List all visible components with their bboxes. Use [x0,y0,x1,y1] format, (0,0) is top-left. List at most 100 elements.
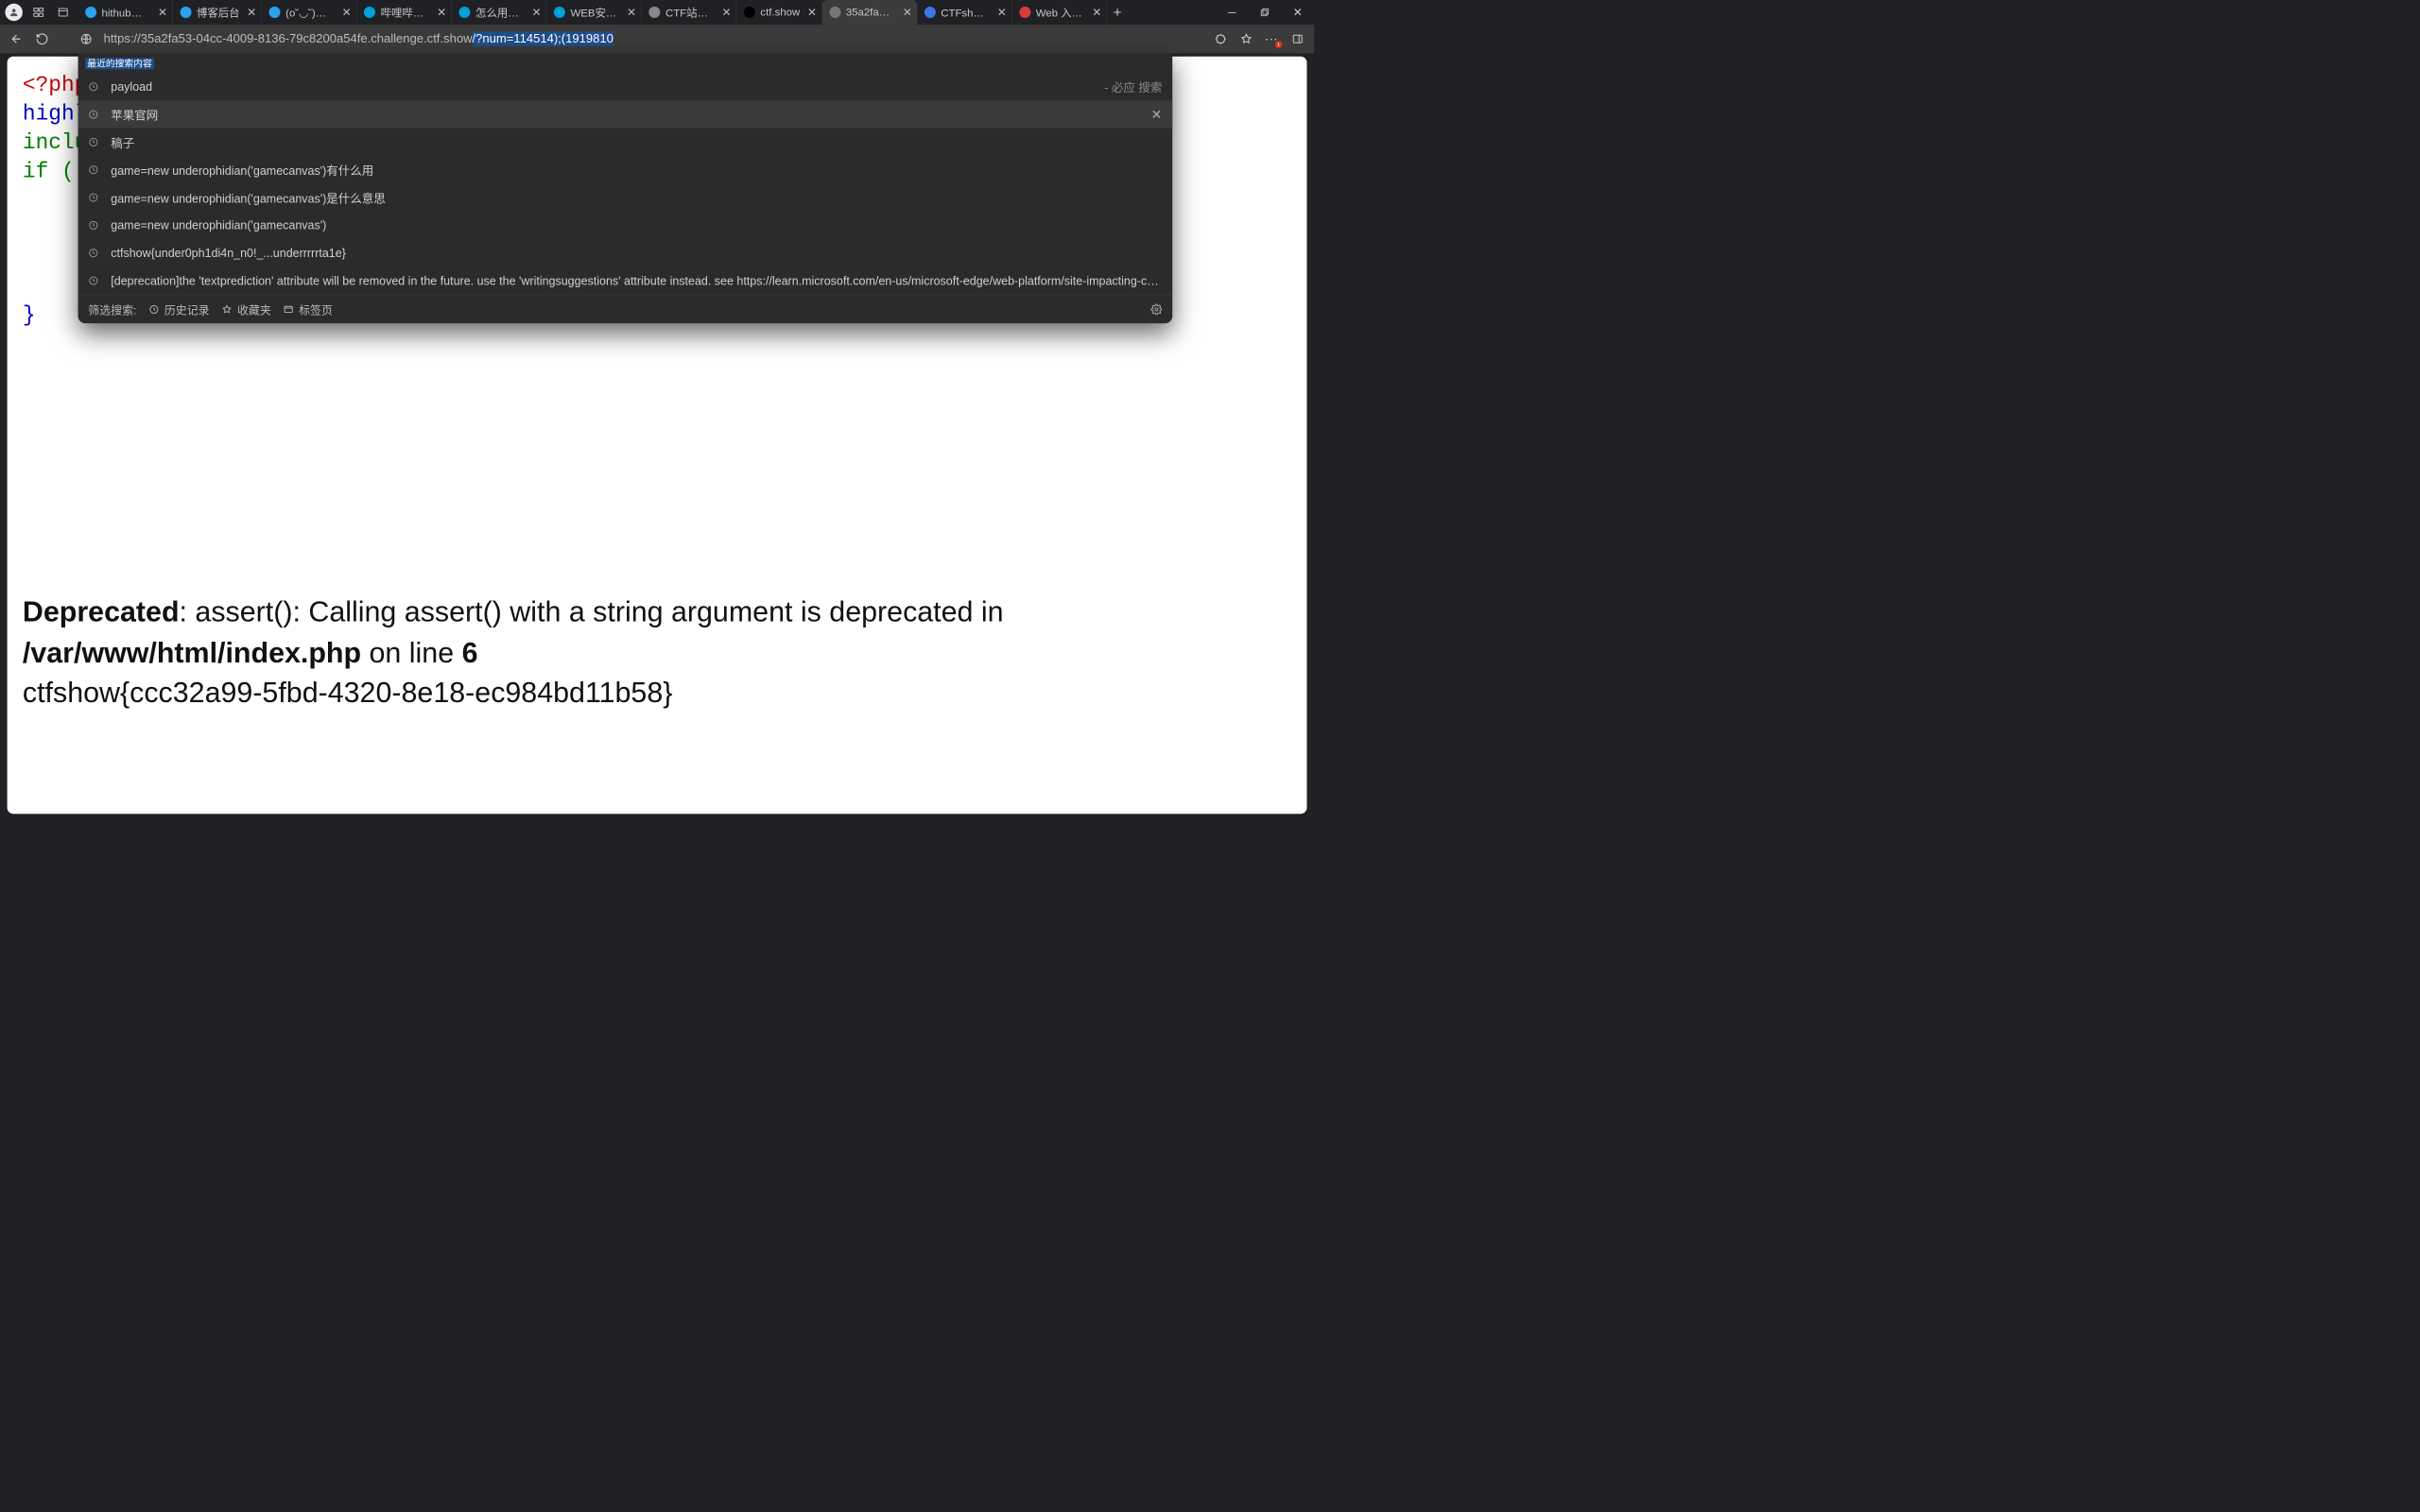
suggestion-text: game=new underophidian('gamecanvas') [111,218,1162,232]
favicon [649,7,661,18]
history-icon [88,276,99,286]
titlebar: hithub的主✕博客后台✕(o˘◡˘)ノ H✕哔哩哔哩（✕怎么用burp✕WE… [0,0,1314,25]
close-tab-icon[interactable]: ✕ [721,6,731,19]
close-tab-icon[interactable]: ✕ [437,6,446,19]
history-icon [88,110,99,120]
suggestions-header: 最近的搜索内容 [78,53,1173,73]
filter-tabs[interactable]: 标签页 [284,301,333,317]
favicon [829,7,840,18]
filter-label: 筛选搜索: [88,301,136,317]
new-tab-button[interactable]: + [1107,4,1128,20]
url-host: https://35a2fa53-04cc-4009-8136-79c8200a… [104,32,473,46]
suggestion-row[interactable]: ctfshow{under0ph1di4n_n0!_...underrrrrta… [78,239,1173,266]
suggestion-text: [deprecation]the 'textprediction' attrib… [111,274,1162,288]
window-controls: ─ ✕ [1216,0,1314,25]
suggestion-text: payload [111,79,1100,94]
tab-title: 博客后台 [197,5,240,20]
favorites-button[interactable] [1235,27,1257,50]
favicon [459,7,471,18]
suggestion-row[interactable]: game=new underophidian('gamecanvas')有什么用 [78,156,1173,183]
browser-tab[interactable]: CTFshow题 ✕ [917,0,1011,25]
history-icon [88,164,99,175]
browser-tab[interactable]: 怎么用burp✕ [452,0,546,25]
filter-favorites[interactable]: 收藏夹 [222,301,271,317]
suggestions-settings-icon[interactable] [1150,303,1162,315]
suggestion-row[interactable]: game=new underophidian('gamecanvas')是什么意… [78,183,1173,211]
url-selection: /?num=114514);(1919810 [472,32,613,46]
extensions-button[interactable] [1209,27,1232,50]
split-screen-button[interactable] [1287,27,1309,50]
filter-history[interactable]: 历史记录 [149,301,210,317]
tab-title: 35a2fa53-0 [846,7,895,19]
browser-tab[interactable]: 哔哩哔哩（✕ [357,0,452,25]
history-icon [88,220,99,231]
favicon [364,7,375,18]
suggestion-row[interactable]: game=new underophidian('gamecanvas') [78,212,1173,239]
browser-tab[interactable]: Web 入门1 ✕ [1012,0,1107,25]
history-icon [88,193,99,203]
minimize-button[interactable]: ─ [1216,0,1249,25]
browser-tab[interactable]: 博客后台 ✕ [173,0,262,25]
favicon [925,7,936,18]
browser-tab[interactable]: ctf.show ✕ [736,0,821,25]
tab-title: CTF站点导 [666,5,715,20]
favicon [269,7,281,18]
back-button[interactable] [5,27,27,50]
tab-title: CTFshow题 [941,5,990,20]
close-tab-icon[interactable]: ✕ [532,6,542,19]
browser-tab[interactable]: CTF站点导 ✕ [642,0,736,25]
favicon [744,7,755,18]
error-line: 6 [462,636,478,668]
favicon [554,7,565,18]
browser-tab[interactable]: WEB安全漏 ✕ [547,0,642,25]
site-info-icon[interactable] [75,27,97,50]
tab-title: Web 入门1 [1036,5,1085,20]
tab-title: (o˘◡˘)ノ H [285,5,335,20]
close-tab-icon[interactable]: ✕ [1092,6,1101,19]
browser-tab[interactable]: hithub的主 ✕ [78,0,173,25]
close-tab-icon[interactable]: ✕ [627,6,636,19]
tab-actions-icon[interactable] [55,4,72,21]
suggestion-text: ctfshow{under0ph1di4n_n0!_...underrrrrta… [111,246,1162,260]
address-bar[interactable]: https://35a2fa53-04cc-4009-8136-79c8200a… [100,28,1206,49]
browser-tab[interactable]: 35a2fa53-0 ✕ [822,0,917,25]
suggestion-text: game=new underophidian('gamecanvas')是什么意… [111,189,1162,206]
close-tab-icon[interactable]: ✕ [997,6,1007,19]
close-tab-icon[interactable]: ✕ [342,6,352,19]
suggestion-hint: - 必应 搜索 [1104,78,1162,95]
php-error: Deprecated: assert(): Calling assert() w… [23,592,1291,674]
close-tab-icon[interactable]: ✕ [247,6,256,19]
suggestion-text: 稿子 [111,133,1162,150]
close-tab-icon[interactable]: ✕ [807,6,817,19]
close-tab-icon[interactable]: ✕ [158,6,167,19]
remove-suggestion-icon[interactable]: ✕ [1151,107,1163,123]
suggestion-row[interactable]: payload - 必应 搜索 [78,73,1173,100]
browser-tab[interactable]: (o˘◡˘)ノ H ✕ [262,0,356,25]
alert-badge: 1 [1275,41,1283,48]
suggestion-text: 苹果官网 [111,106,1139,123]
favicon [181,7,192,18]
tab-strip: hithub的主✕博客后台✕(o˘◡˘)ノ H✕哔哩哔哩（✕怎么用burp✕WE… [78,0,1108,25]
suggestion-row[interactable]: 苹果官网 ✕ [78,100,1173,128]
suggestion-row[interactable]: [deprecation]the 'textprediction' attrib… [78,266,1173,294]
tab-title: hithub的主 [102,5,151,20]
close-window-button[interactable]: ✕ [1281,0,1314,25]
history-icon [88,81,99,92]
suggestion-row[interactable]: 稿子 [78,129,1173,156]
tab-title: ctf.show [760,7,800,19]
maximize-button[interactable] [1249,0,1282,25]
favicon [1019,7,1030,18]
workspaces-icon[interactable] [29,4,46,21]
flag-output: ctfshow{ccc32a99-5fbd-4320-8e18-ec984bd1… [23,676,1291,709]
menu-button[interactable]: ⋯ 1 [1261,27,1284,50]
close-tab-icon[interactable]: ✕ [903,6,912,19]
error-file: /var/www/html/index.php [23,636,361,668]
history-icon [88,137,99,147]
refresh-button[interactable] [31,27,54,50]
omnibox-suggestions: 最近的搜索内容 payload - 必应 搜索苹果官网 ✕ 稿子 game=new u… [78,53,1173,323]
tab-title: WEB安全漏 [571,5,620,20]
suggestions-footer: 筛选搜索: 历史记录 收藏夹 标签页 [78,295,1173,323]
profile-avatar[interactable] [5,4,22,21]
suggestion-text: game=new underophidian('gamecanvas')有什么用 [111,162,1162,179]
toolbar: https://35a2fa53-04cc-4009-8136-79c8200a… [0,25,1314,53]
